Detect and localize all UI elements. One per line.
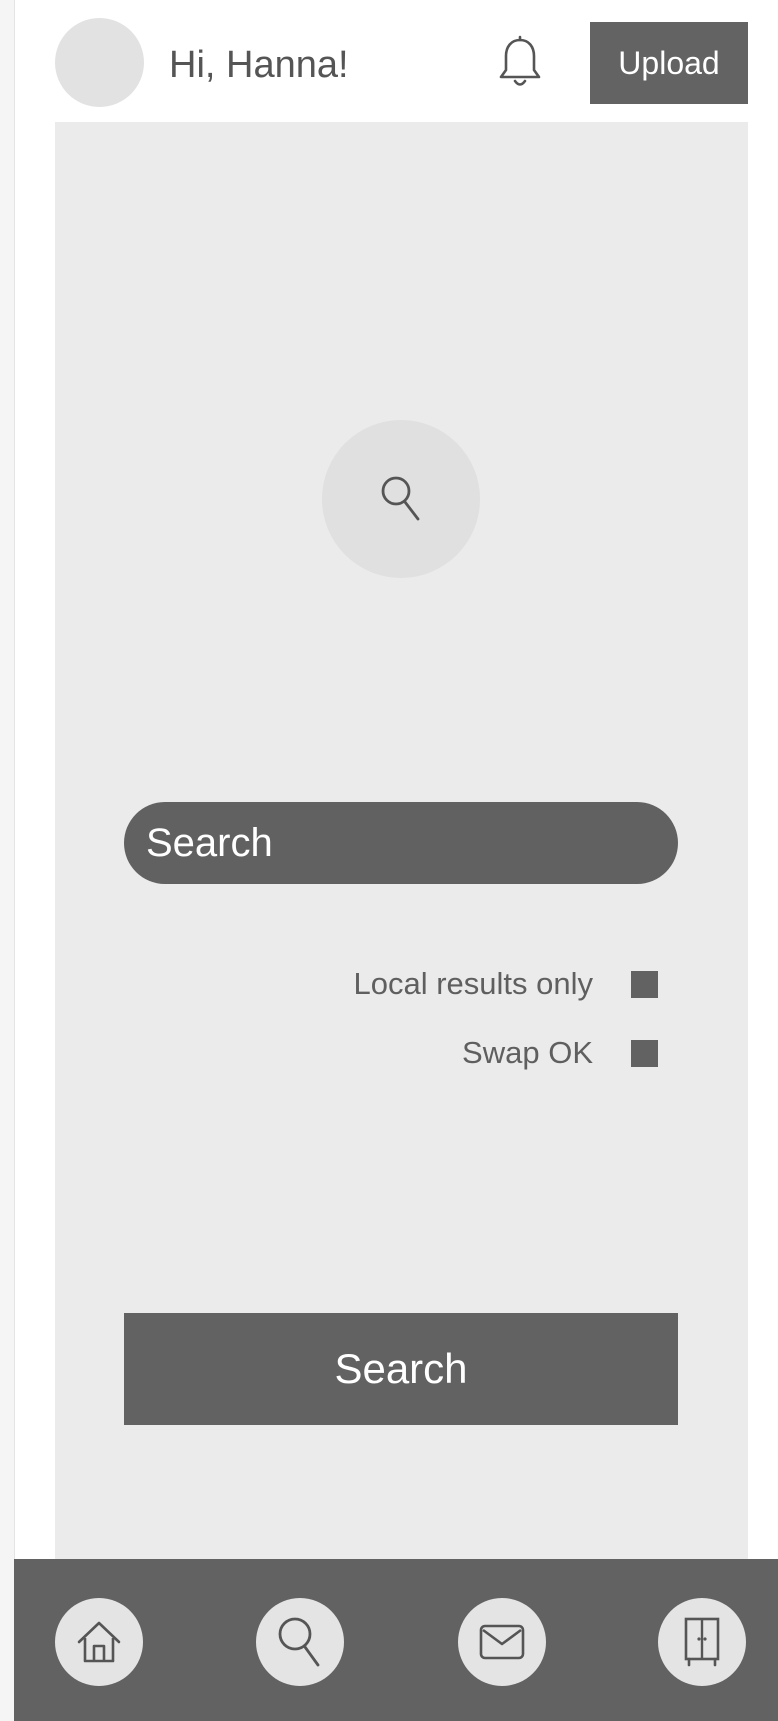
option-local-results[interactable]: Local results only bbox=[353, 966, 658, 1002]
search-hero bbox=[322, 420, 480, 578]
nav-wardrobe[interactable] bbox=[658, 1598, 746, 1686]
left-gutter bbox=[0, 0, 15, 1721]
search-icon bbox=[381, 476, 420, 521]
greeting-text: Hi, Hanna! bbox=[169, 44, 349, 86]
search-input-placeholder: Search bbox=[146, 820, 273, 865]
home-icon bbox=[77, 1621, 121, 1663]
nav-home[interactable] bbox=[55, 1598, 143, 1686]
nav-search[interactable] bbox=[256, 1598, 344, 1686]
local-results-checkbox[interactable] bbox=[631, 970, 658, 998]
nav-messages[interactable] bbox=[458, 1598, 546, 1686]
mail-icon bbox=[479, 1624, 525, 1660]
option-swap-ok[interactable]: Swap OK bbox=[462, 1035, 658, 1071]
wardrobe-icon bbox=[684, 1617, 720, 1667]
app-frame: Hi, Hanna! Upload Search Local results o… bbox=[0, 0, 778, 1721]
swap-ok-checkbox[interactable] bbox=[631, 1039, 658, 1067]
right-gutter bbox=[754, 0, 778, 1721]
avatar[interactable] bbox=[55, 18, 144, 107]
option-label: Swap OK bbox=[462, 1035, 593, 1070]
upload-button[interactable]: Upload bbox=[590, 22, 748, 104]
search-button[interactable]: Search bbox=[124, 1313, 678, 1425]
bell-icon[interactable] bbox=[496, 35, 544, 91]
option-label: Local results only bbox=[353, 966, 593, 1001]
search-icon bbox=[278, 1617, 320, 1667]
search-input[interactable]: Search bbox=[124, 802, 678, 884]
